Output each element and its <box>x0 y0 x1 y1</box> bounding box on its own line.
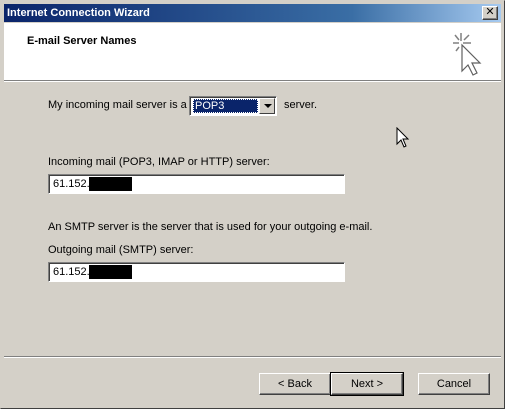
incoming-type-label: My incoming mail server is a <box>48 99 187 111</box>
next-button[interactable]: Next > <box>330 372 404 396</box>
incoming-type-suffix: server. <box>284 99 318 111</box>
outgoing-server-input[interactable]: 61.152. <box>48 262 345 282</box>
smtp-note: An SMTP server is the server that is use… <box>48 221 373 233</box>
back-button-label: < Back <box>278 378 312 390</box>
window-title: Internet Connection Wizard <box>7 7 150 19</box>
wizard-window: Internet Connection Wizard ✕ E-mail Serv… <box>0 0 505 409</box>
wizard-header: E-mail Server Names <box>4 23 501 80</box>
incoming-server-value: 61.152. <box>53 178 90 190</box>
incoming-server-input[interactable]: 61.152. <box>48 174 345 194</box>
incoming-server-type-value: POP3 <box>193 99 258 113</box>
footer-divider <box>4 356 501 358</box>
mouse-pointer-icon <box>396 127 410 148</box>
back-button[interactable]: < Back <box>259 373 331 395</box>
page-title: E-mail Server Names <box>27 35 137 47</box>
incoming-server-type-select[interactable]: POP3 <box>189 96 277 116</box>
close-icon: ✕ <box>485 6 495 18</box>
header-divider <box>4 80 501 82</box>
cancel-button[interactable]: Cancel <box>418 373 490 395</box>
outgoing-server-label: Outgoing mail (SMTP) server: <box>48 244 194 256</box>
next-button-label: Next > <box>350 378 384 390</box>
close-button[interactable]: ✕ <box>482 6 498 20</box>
redaction-block <box>89 177 132 191</box>
cancel-button-label: Cancel <box>436 378 472 390</box>
chevron-down-icon[interactable] <box>259 98 275 114</box>
wizard-sparkle-cursor-icon <box>453 33 482 76</box>
redaction-block <box>89 265 132 279</box>
outgoing-server-value: 61.152. <box>53 266 90 278</box>
incoming-server-label: Incoming mail (POP3, IMAP or HTTP) serve… <box>48 156 270 168</box>
title-bar[interactable]: Internet Connection Wizard ✕ <box>4 4 501 22</box>
